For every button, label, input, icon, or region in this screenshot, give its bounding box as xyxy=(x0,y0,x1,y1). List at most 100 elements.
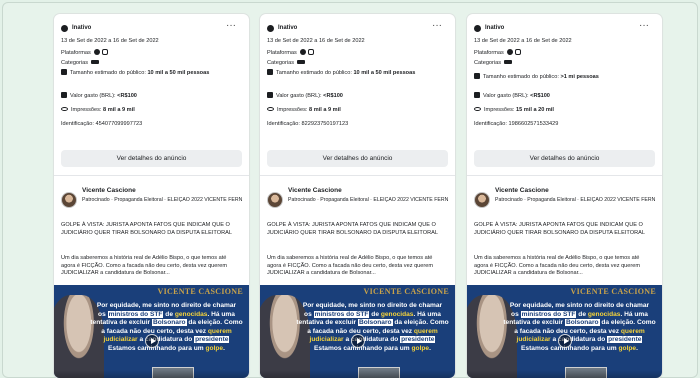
status-icon xyxy=(267,25,274,32)
category-icon xyxy=(91,60,100,64)
id-label: Identificação: xyxy=(267,121,300,127)
spend-label: Valor gasto (BRL): xyxy=(276,93,322,99)
impressions-value: 8 mil a 9 mil xyxy=(103,107,135,113)
more-options-button[interactable]: ··· xyxy=(226,21,236,31)
ad-headline: GOLPE À VISTA: JURISTA APONTA FATOS QUE … xyxy=(61,222,232,236)
platforms-row: Plataformas xyxy=(474,49,655,57)
caption-line: Estamos caminhando para um golpe. xyxy=(108,344,225,352)
ad-video[interactable]: VICENTE CASCIONE Por equidade, me sinto … xyxy=(260,285,455,378)
category-icon xyxy=(297,60,306,64)
sponsored-line: Patrocinado · Propaganda Eleitoral · ELE… xyxy=(495,197,655,203)
advertiser-name[interactable]: Vicente Cascione xyxy=(495,187,549,195)
spend-icon xyxy=(474,92,480,98)
spend-value: <R$100 xyxy=(117,93,137,99)
categories-row: Categorias xyxy=(474,60,655,67)
play-icon[interactable] xyxy=(558,334,572,348)
caption-line: os ministros do STF de genocidas. Há uma xyxy=(304,310,441,318)
status-icon xyxy=(61,25,68,32)
advertiser-name[interactable]: Vicente Cascione xyxy=(288,187,342,195)
audience-value: 10 mil a 50 mil pessoas xyxy=(147,70,210,76)
status-row: Inativo ··· xyxy=(474,21,655,34)
id-label: Identificação: xyxy=(61,121,94,127)
caption-line: a facada não deu certo, desta vez querem xyxy=(101,327,232,335)
facebook-icon xyxy=(93,49,100,55)
id-value: 454077099997723 xyxy=(95,121,143,127)
ad-video[interactable]: VICENTE CASCIONE Por equidade, me sinto … xyxy=(467,285,662,378)
divider xyxy=(260,175,455,176)
facebook-icon xyxy=(299,49,306,55)
platforms-row: Plataformas xyxy=(61,49,242,57)
impressions-icon xyxy=(61,107,68,111)
platforms-label: Plataformas xyxy=(61,50,91,56)
sponsored-line: Patrocinado · Propaganda Eleitoral · ELE… xyxy=(82,197,242,203)
audience-row: Tamanho estimado do público: >1 mi pesso… xyxy=(474,73,655,81)
avatar[interactable] xyxy=(267,192,283,208)
avatar[interactable] xyxy=(61,192,77,208)
impressions-label: Impressões: xyxy=(277,107,308,113)
ad-body: Um dia saberemos a história real de Adél… xyxy=(267,255,434,277)
spend-value: <R$100 xyxy=(530,93,550,99)
impressions-value: 15 mil a 20 mil xyxy=(516,107,554,113)
status-label: Inativo xyxy=(485,25,505,31)
video-shade xyxy=(54,370,249,378)
categories-row: Categorias xyxy=(267,60,448,67)
caption-line: judicializar a candidatura do presidente xyxy=(516,336,643,344)
impressions-icon xyxy=(474,107,481,111)
divider xyxy=(54,175,249,176)
categories-label: Categorias xyxy=(474,60,502,66)
video-banner: VICENTE CASCIONE xyxy=(157,287,243,296)
ad-dates: 13 de Set de 2022 a 16 de Set de 2022 xyxy=(267,38,365,44)
id-value: 822923750197123 xyxy=(301,121,349,127)
categories-row: Categorias xyxy=(61,60,242,67)
status-row: Inativo ··· xyxy=(61,21,242,34)
video-caption: Por equidade, me sinto no direito de cha… xyxy=(88,302,245,354)
more-options-button[interactable]: ··· xyxy=(432,21,442,31)
id-value: 1986602571533429 xyxy=(508,121,559,127)
platforms-label: Plataformas xyxy=(267,50,297,56)
impressions-icon xyxy=(267,107,274,111)
see-ad-details-button[interactable]: Ver detalhes do anúncio xyxy=(61,150,242,167)
spend-row: Valor gasto (BRL): <R$100 xyxy=(474,92,655,100)
spend-label: Valor gasto (BRL): xyxy=(483,93,529,99)
impressions-label: Impressões: xyxy=(71,107,102,113)
caption-line: Estamos caminhando para um golpe. xyxy=(314,344,431,352)
impressions-label: Impressões: xyxy=(484,107,515,113)
spend-icon xyxy=(267,92,273,98)
categories-label: Categorias xyxy=(61,60,89,66)
play-icon[interactable] xyxy=(145,334,159,348)
avatar[interactable] xyxy=(474,192,490,208)
ad-dates: 13 de Set de 2022 a 16 de Set de 2022 xyxy=(474,38,572,44)
advertiser-name[interactable]: Vicente Cascione xyxy=(82,187,136,195)
video-shade xyxy=(467,370,662,378)
play-icon[interactable] xyxy=(351,334,365,348)
id-row: Identificação: 454077099997723 xyxy=(61,121,242,128)
caption-line: judicializar a candidatura do presidente xyxy=(309,336,436,344)
audience-icon xyxy=(61,69,67,75)
caption-line: Por equidade, me sinto no direito de cha… xyxy=(509,302,650,309)
see-ad-details-button[interactable]: Ver detalhes do anúncio xyxy=(267,150,448,167)
audience-row: Tamanho estimado do público: 10 mil a 50… xyxy=(267,69,448,77)
categories-label: Categorias xyxy=(267,60,295,66)
impressions-row: Impressões: 8 mil a 9 mil xyxy=(61,107,242,114)
ad-body: Um dia saberemos a história real de Adél… xyxy=(474,255,641,277)
caption-line: Por equidade, me sinto no direito de cha… xyxy=(96,302,237,309)
more-options-button[interactable]: ··· xyxy=(639,21,649,31)
see-ad-details-button[interactable]: Ver detalhes do anúncio xyxy=(474,150,655,167)
ad-headline: GOLPE À VISTA: JURISTA APONTA FATOS QUE … xyxy=(267,222,438,236)
ad-card: Inativo ··· 13 de Set de 2022 a 16 de Se… xyxy=(467,14,662,378)
ad-dates: 13 de Set de 2022 a 16 de Set de 2022 xyxy=(61,38,159,44)
spend-icon xyxy=(61,92,67,98)
ad-body: Um dia saberemos a história real de Adél… xyxy=(61,255,228,277)
id-row: Identificação: 1986602571533429 xyxy=(474,121,655,128)
video-shade xyxy=(260,370,455,378)
ad-card: Inativo ··· 13 de Set de 2022 a 16 de Se… xyxy=(54,14,249,378)
caption-line: a facada não deu certo, desta vez querem xyxy=(307,327,438,335)
audience-label: Tamanho estimado do público: xyxy=(276,70,352,76)
ad-video[interactable]: VICENTE CASCIONE Por equidade, me sinto … xyxy=(54,285,249,378)
instagram-icon xyxy=(101,49,108,55)
caption-line: os ministros do STF de genocidas. Há uma xyxy=(511,310,648,318)
audience-label: Tamanho estimado do público: xyxy=(483,74,559,80)
facebook-icon xyxy=(506,49,513,55)
spend-label: Valor gasto (BRL): xyxy=(70,93,116,99)
ad-headline: GOLPE À VISTA: JURISTA APONTA FATOS QUE … xyxy=(474,222,645,236)
